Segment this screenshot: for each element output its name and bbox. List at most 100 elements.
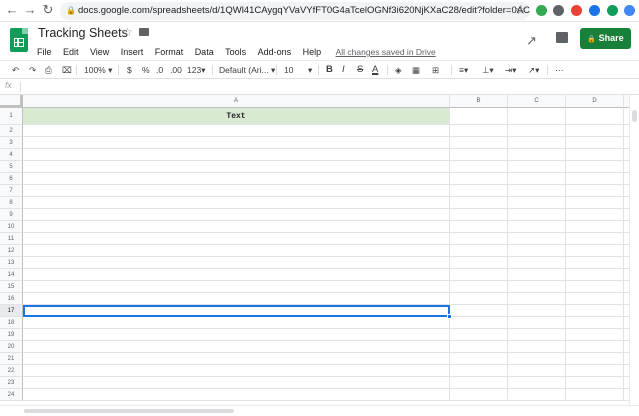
extension-icon[interactable] [589, 5, 600, 16]
horizontal-scroll-thumb[interactable] [24, 409, 234, 413]
grid-cell[interactable] [23, 209, 450, 221]
grid-cell[interactable] [450, 389, 508, 401]
grid-cell[interactable] [508, 269, 566, 281]
grid-cell[interactable] [450, 125, 508, 137]
row-header[interactable]: 18 [0, 317, 23, 329]
grid-cell[interactable] [450, 149, 508, 161]
menu-edit[interactable]: Edit [63, 45, 79, 59]
grid-cell[interactable] [508, 125, 566, 137]
grid-cell[interactable] [566, 281, 624, 293]
column-header-a[interactable]: A [23, 95, 450, 108]
column-header-b[interactable]: B [450, 95, 508, 108]
text-rotate-icon[interactable]: ↗▾ [528, 61, 539, 79]
grid-cell[interactable] [566, 233, 624, 245]
grid-cell[interactable] [450, 173, 508, 185]
grid-cell[interactable] [566, 389, 624, 401]
grid-cell[interactable] [450, 209, 508, 221]
row-header[interactable]: 20 [0, 341, 23, 353]
borders-icon[interactable]: ▦ [412, 61, 420, 79]
cell-a1[interactable]: Text [23, 108, 450, 125]
grid-cell[interactable] [450, 245, 508, 257]
grid-cell[interactable] [508, 245, 566, 257]
undo-icon[interactable]: ↶ [12, 61, 19, 79]
extension-icon[interactable] [607, 5, 618, 16]
formula-bar[interactable]: fx [0, 79, 639, 95]
menu-view[interactable]: View [90, 45, 109, 59]
grid-cell[interactable] [566, 125, 624, 137]
increase-decimal-button[interactable]: .00 [170, 61, 182, 79]
grid-cell[interactable] [450, 108, 508, 125]
bold-button[interactable]: B [326, 61, 333, 79]
zoom-select[interactable]: 100% ▾ [84, 61, 112, 79]
column-header-d[interactable]: D [566, 95, 624, 108]
grid-cell[interactable] [23, 233, 450, 245]
grid-cell[interactable] [566, 209, 624, 221]
grid-cell[interactable] [450, 269, 508, 281]
grid-cell[interactable] [450, 197, 508, 209]
grid-cell[interactable] [23, 281, 450, 293]
grid-cell[interactable] [23, 377, 450, 389]
grid-cell[interactable] [450, 329, 508, 341]
grid-cell[interactable] [508, 353, 566, 365]
document-title[interactable]: Tracking Sheets [38, 26, 128, 40]
grid-cell[interactable] [508, 233, 566, 245]
more-options-icon[interactable]: ⋯ [555, 61, 564, 79]
grid-cell[interactable] [450, 137, 508, 149]
row-header[interactable]: 8 [0, 197, 23, 209]
row-header[interactable]: 21 [0, 353, 23, 365]
grid-cell[interactable] [23, 149, 450, 161]
grid-cell[interactable] [508, 389, 566, 401]
grid-cell[interactable] [566, 185, 624, 197]
grid-cell[interactable] [450, 353, 508, 365]
grid-cell[interactable] [23, 341, 450, 353]
grid-cell[interactable] [450, 365, 508, 377]
grid-cell[interactable] [508, 293, 566, 305]
menu-format[interactable]: Format [155, 45, 184, 59]
grid-cell[interactable] [508, 209, 566, 221]
font-family-select[interactable]: Default (Ari... ▾ [219, 61, 275, 79]
percent-format-button[interactable]: % [142, 61, 150, 79]
grid-cell[interactable] [566, 197, 624, 209]
fill-handle[interactable] [447, 314, 452, 319]
italic-button[interactable]: I [342, 61, 345, 79]
grid-cell[interactable] [508, 341, 566, 353]
grid-cell[interactable] [450, 185, 508, 197]
grid-cell[interactable] [566, 305, 624, 317]
row-header[interactable]: 3 [0, 137, 23, 149]
grid-cell[interactable] [566, 329, 624, 341]
grid-cell[interactable] [450, 377, 508, 389]
vertical-align-icon[interactable]: ⊥▾ [482, 61, 494, 79]
grid-cell[interactable] [450, 281, 508, 293]
row-header[interactable]: 13 [0, 257, 23, 269]
horizontal-align-icon[interactable]: ≡▾ [459, 61, 468, 79]
vertical-scrollbar[interactable] [629, 95, 639, 411]
extension-icon[interactable] [624, 5, 635, 16]
grid-cell[interactable] [23, 221, 450, 233]
row-header[interactable]: 9 [0, 209, 23, 221]
grid-cell[interactable] [566, 221, 624, 233]
grid-cell[interactable] [566, 161, 624, 173]
grid-cell[interactable] [566, 377, 624, 389]
grid-cell[interactable] [508, 185, 566, 197]
number-format-select[interactable]: 123▾ [187, 61, 205, 79]
grid-cell[interactable] [566, 173, 624, 185]
activity-trend-icon[interactable]: ↗ [526, 33, 537, 49]
font-size-select[interactable]: 10 [284, 61, 293, 79]
star-icon[interactable]: ☆ [122, 25, 133, 39]
extension-icon[interactable] [571, 5, 582, 16]
grid-cell[interactable] [566, 341, 624, 353]
row-header[interactable]: 19 [0, 329, 23, 341]
row-header[interactable]: 11 [0, 233, 23, 245]
grid-cell[interactable] [508, 221, 566, 233]
grid-cell[interactable] [23, 353, 450, 365]
row-header[interactable]: 4 [0, 149, 23, 161]
grid-cell[interactable] [23, 329, 450, 341]
grid-cell[interactable] [508, 377, 566, 389]
save-status-link[interactable]: All changes saved in Drive [336, 45, 436, 59]
comment-history-icon[interactable] [556, 32, 568, 43]
grid-cell[interactable] [566, 365, 624, 377]
menu-insert[interactable]: Insert [121, 45, 144, 59]
grid-cell[interactable] [566, 353, 624, 365]
grid-cell[interactable] [450, 257, 508, 269]
column-header-c[interactable]: C [508, 95, 566, 108]
